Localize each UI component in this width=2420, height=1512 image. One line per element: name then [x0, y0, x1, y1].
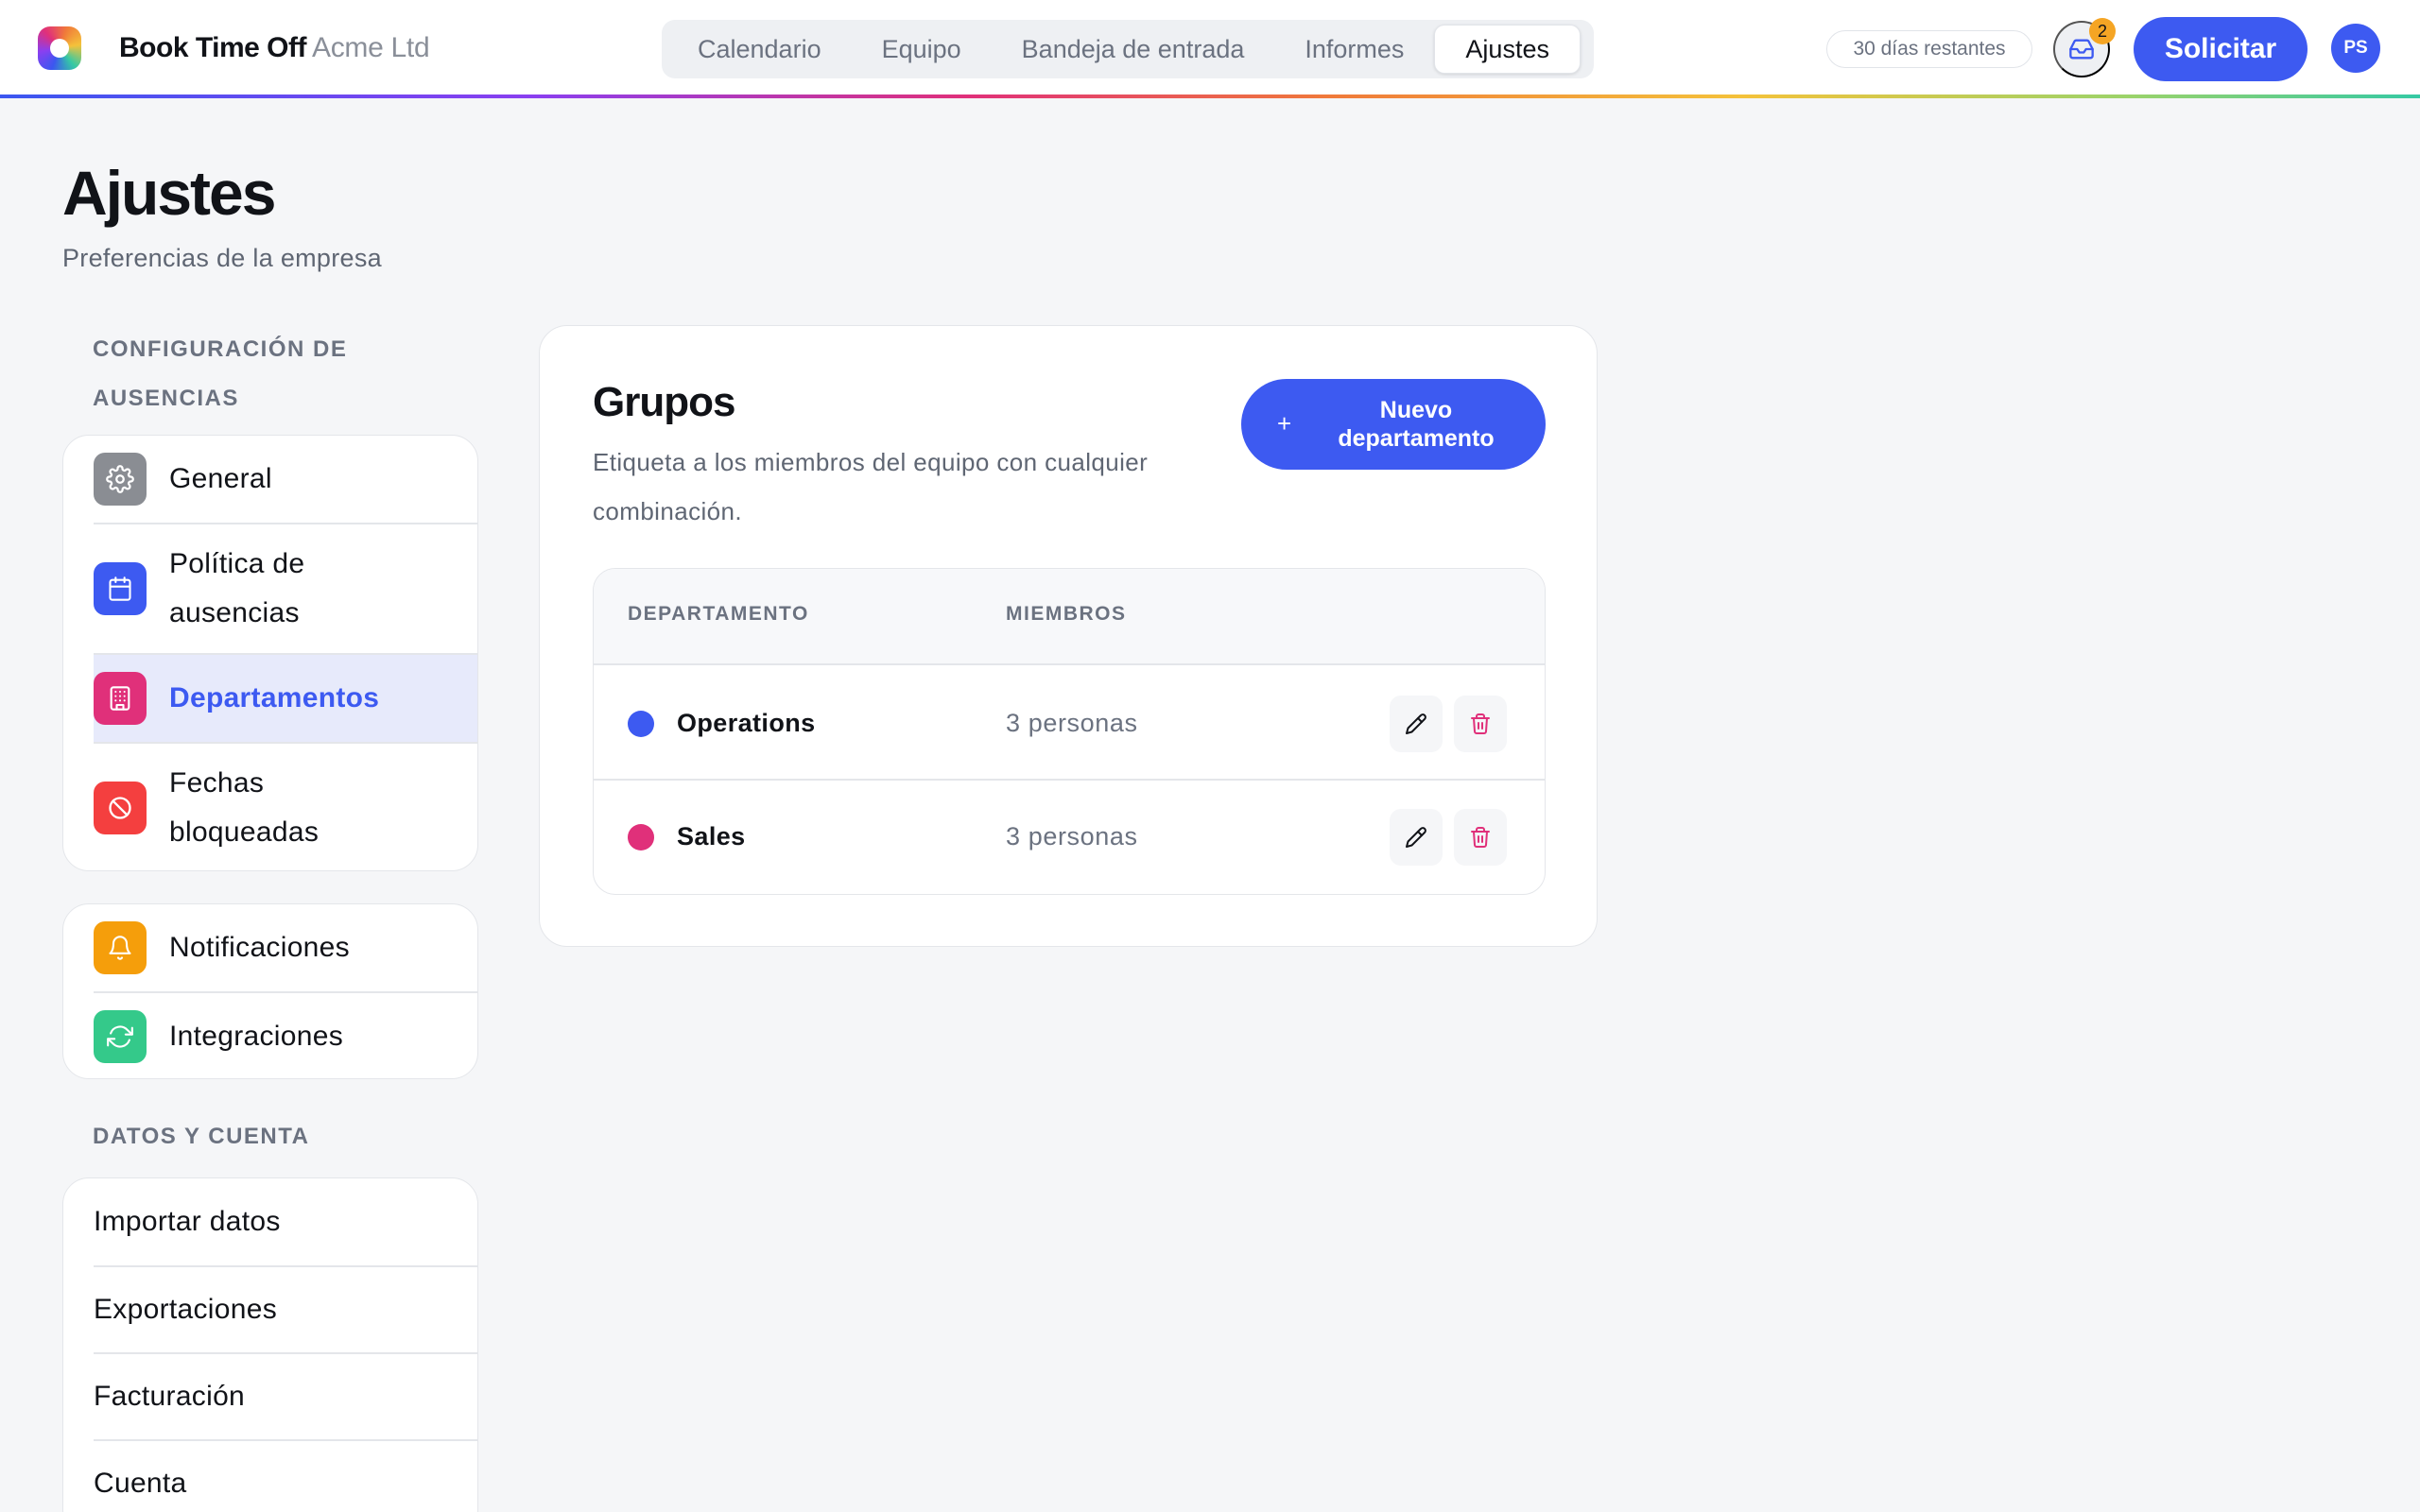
days-remaining-badge: 30 días restantes	[1826, 30, 2032, 68]
sidebar-item-integraciones[interactable]: Integraciones	[63, 993, 477, 1078]
pencil-icon	[1406, 713, 1426, 734]
sidebar-item-exportaciones[interactable]: Exportaciones	[63, 1267, 477, 1352]
app-brand[interactable]: Book Time Off	[119, 32, 306, 64]
sidebar-item-label: Departamentos	[169, 682, 380, 713]
trash-icon	[1471, 713, 1490, 734]
pencil-icon	[1406, 827, 1426, 848]
header-accent-bar	[0, 94, 2420, 98]
sidebar-item-politica-ausencias[interactable]: Política de ausencias	[63, 524, 477, 653]
sidebar-item-label: General	[169, 463, 272, 494]
tab-equipo[interactable]: Equipo	[852, 25, 992, 74]
request-button[interactable]: Solicitar	[2134, 17, 2308, 81]
tab-bandeja-de-entrada[interactable]: Bandeja de entrada	[992, 25, 1275, 74]
tab-calendario[interactable]: Calendario	[667, 25, 852, 74]
column-header-departamento[interactable]: DEPARTAMENTO	[628, 603, 809, 626]
sidebar-item-label: Cuenta	[94, 1468, 187, 1499]
company-name: Acme Ltd	[312, 32, 430, 63]
department-name: Sales	[677, 822, 746, 850]
delete-button[interactable]	[1454, 696, 1507, 752]
sidebar-item-notificaciones[interactable]: Notificaciones	[63, 904, 477, 991]
section-description: Etiqueta a los miembros del equipo con c…	[593, 448, 1149, 525]
building-icon	[94, 672, 147, 725]
sidebar-item-label: Fechas bloqueadas	[169, 767, 320, 848]
department-name: Operations	[677, 709, 816, 737]
inbox-count-badge: 2	[2089, 18, 2116, 44]
delete-button[interactable]	[1454, 809, 1507, 866]
sidebar-item-importar-datos[interactable]: Importar datos	[63, 1178, 477, 1265]
sidebar-item-fechas-bloqueadas[interactable]: Fechas bloqueadas	[63, 744, 477, 870]
gear-icon	[94, 453, 147, 506]
sidebar-item-label: Exportaciones	[94, 1294, 278, 1325]
table-row[interactable]: Sales 3 personas	[594, 781, 1545, 894]
section-label-datos-cuenta: DATOS Y CUENTA	[93, 1124, 310, 1149]
top-bar: Book Time Off Acme Ltd Calendario Equipo…	[0, 0, 2420, 98]
department-members: 3 personas	[1006, 709, 1138, 737]
main-nav: Calendario Equipo Bandeja de entrada Inf…	[662, 20, 1594, 78]
department-color-dot	[628, 824, 654, 850]
plus-icon: +	[1277, 409, 1292, 438]
sidebar-item-cuenta[interactable]: Cuenta	[63, 1441, 477, 1512]
edit-button[interactable]	[1390, 809, 1443, 866]
sync-icon	[94, 1010, 147, 1063]
page-title: Ajustes	[62, 158, 276, 228]
tab-informes[interactable]: Informes	[1274, 25, 1434, 74]
sidebar-item-label: Importar datos	[94, 1206, 281, 1237]
sidebar-item-label: Integraciones	[169, 1021, 344, 1052]
trash-icon	[1471, 827, 1490, 848]
block-icon	[94, 782, 147, 834]
sidebar-item-general[interactable]: General	[63, 436, 477, 523]
bell-icon	[94, 921, 147, 974]
new-department-label: Nuevo departamento	[1338, 397, 1495, 452]
groups-card: Grupos Etiqueta a los miembros del equip…	[539, 325, 1598, 947]
section-label-configuracion: CONFIGURACIÓN DE AUSENCIAS	[93, 336, 348, 411]
section-title: Grupos	[593, 379, 735, 425]
sidebar-item-departamentos[interactable]: Departamentos	[94, 655, 477, 742]
settings-group-notificaciones: Notificaciones Integraciones	[62, 903, 478, 1079]
column-header-miembros[interactable]: MIEMBROS	[1006, 603, 1127, 626]
edit-button[interactable]	[1390, 696, 1443, 752]
sidebar-item-facturacion[interactable]: Facturación	[63, 1354, 477, 1439]
app-logo-icon[interactable]	[38, 26, 81, 70]
departments-table: DEPARTAMENTO MIEMBROS Operations 3 perso…	[593, 568, 1546, 895]
department-members: 3 personas	[1006, 822, 1138, 850]
settings-group-ausencias: General Política de ausencias Departamen…	[62, 435, 478, 871]
new-department-button[interactable]: + Nuevo departamento	[1241, 379, 1546, 470]
sidebar-item-label: Política de ausencias	[169, 548, 305, 628]
settings-group-datos: Importar datos Exportaciones Facturación…	[62, 1177, 478, 1512]
sidebar-item-label: Notificaciones	[169, 932, 350, 963]
tab-ajustes[interactable]: Ajustes	[1434, 25, 1581, 74]
table-row[interactable]: Operations 3 personas	[594, 667, 1545, 781]
avatar[interactable]: PS	[2331, 24, 2380, 73]
department-color-dot	[628, 711, 654, 737]
sidebar-item-label: Facturación	[94, 1381, 246, 1412]
calendar-icon	[94, 562, 147, 615]
table-header: DEPARTAMENTO MIEMBROS	[594, 569, 1545, 665]
page-subtitle: Preferencias de la empresa	[62, 244, 382, 272]
inbox-icon	[2069, 39, 2094, 60]
